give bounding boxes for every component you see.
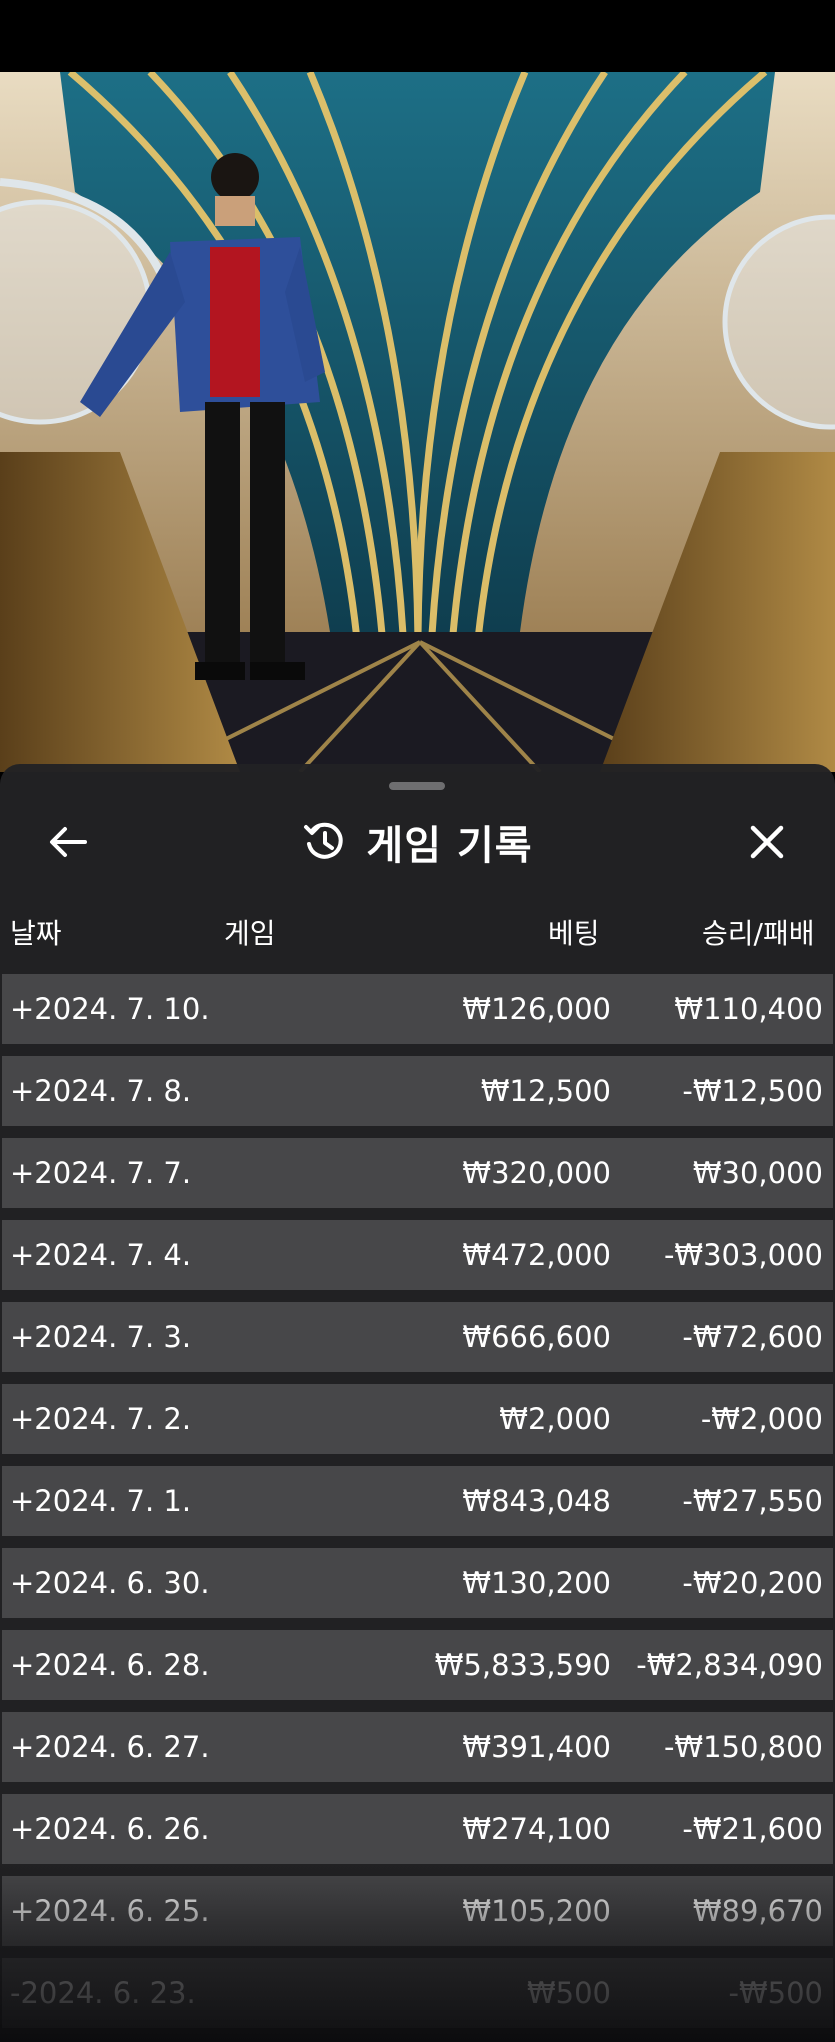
row-date: +2024. 7. 10. <box>10 992 210 1026</box>
row-date: +2024. 6. 26. <box>10 1812 210 1846</box>
table-row[interactable]: +2024. 7. 7. ₩320,000 ₩30,000 <box>2 1138 833 1208</box>
table-row[interactable]: +2024. 6. 27. ₩391,400 -₩150,800 <box>2 1712 833 1782</box>
row-date: +2024. 7. 4. <box>10 1238 192 1272</box>
row-result: -₩72,600 <box>682 1320 823 1354</box>
row-bet: ₩5,833,590 <box>434 1648 611 1682</box>
row-result: -₩150,800 <box>663 1730 823 1764</box>
row-date: +2024. 7. 3. <box>10 1320 192 1354</box>
row-date: +2024. 6. 28. <box>10 1648 210 1682</box>
row-bet: ₩391,400 <box>462 1730 611 1764</box>
table-row[interactable]: +2024. 7. 1. ₩843,048 -₩27,550 <box>2 1466 833 1536</box>
row-bet: ₩274,100 <box>462 1812 611 1846</box>
row-result: ₩110,400 <box>674 992 823 1026</box>
row-result: -₩2,000 <box>700 1402 823 1436</box>
row-result: ₩30,000 <box>692 1156 823 1190</box>
close-button[interactable] <box>739 814 795 870</box>
row-date: -2024. 6. 23. <box>10 1976 196 2010</box>
row-date: +2024. 6. 30. <box>10 1566 210 1600</box>
table-row[interactable]: +2024. 6. 26. ₩274,100 -₩21,600 <box>2 1794 833 1864</box>
row-date: +2024. 7. 8. <box>10 1074 192 1108</box>
row-result: -₩27,550 <box>682 1484 823 1518</box>
row-bet: ₩12,500 <box>480 1074 611 1108</box>
row-bet: ₩130,200 <box>462 1566 611 1600</box>
sheet-drag-handle[interactable] <box>389 782 445 790</box>
page-title: 게임 기록 <box>366 823 533 869</box>
column-header-game: 게임 <box>224 917 276 950</box>
row-bet: ₩843,048 <box>462 1484 611 1518</box>
row-result: -₩500 <box>728 1976 824 2010</box>
table-row[interactable]: +2024. 7. 4. ₩472,000 -₩303,000 <box>2 1220 833 1290</box>
row-date: +2024. 6. 25. <box>10 1894 210 1928</box>
row-bet: ₩472,000 <box>462 1238 611 1272</box>
row-bet: ₩126,000 <box>462 992 611 1026</box>
column-header-result: 승리/패배 <box>702 917 815 950</box>
table-row[interactable]: -2024. 6. 23. ₩500 -₩500 <box>2 1958 833 2028</box>
history-clock-icon <box>304 822 344 859</box>
row-result: -₩21,600 <box>682 1812 823 1846</box>
live-video-stream <box>0 72 835 772</box>
row-result: -₩12,500 <box>682 1074 823 1108</box>
row-result: -₩20,200 <box>682 1566 823 1600</box>
row-bet: ₩105,200 <box>462 1894 611 1928</box>
row-bet: ₩2,000 <box>499 1402 611 1436</box>
close-icon <box>750 825 784 859</box>
game-history-sheet: 게임 기록 날짜 게임 베팅 승리/패배 +2024. 7. 10. ₩126,0… <box>0 764 835 2042</box>
table-row[interactable]: +2024. 6. 30. ₩130,200 -₩20,200 <box>2 1548 833 1618</box>
row-date: +2024. 7. 7. <box>10 1156 192 1190</box>
row-result: -₩2,834,090 <box>636 1648 823 1682</box>
table-row[interactable]: +2024. 7. 3. ₩666,600 -₩72,600 <box>2 1302 833 1372</box>
table-row[interactable]: +2024. 7. 10. ₩126,000 ₩110,400 <box>2 974 833 1044</box>
row-result: -₩303,000 <box>663 1238 823 1272</box>
status-bar <box>0 0 835 72</box>
table-row[interactable]: +2024. 7. 2. ₩2,000 -₩2,000 <box>2 1384 833 1454</box>
column-header-bet: 베팅 <box>548 917 600 950</box>
live-video-scene <box>0 72 835 772</box>
table-row[interactable]: +2024. 7. 8. ₩12,500 -₩12,500 <box>2 1056 833 1126</box>
table-row[interactable]: +2024. 6. 28. ₩5,833,590 -₩2,834,090 <box>2 1630 833 1700</box>
row-bet: ₩320,000 <box>462 1156 611 1190</box>
row-bet: ₩500 <box>526 1976 611 2010</box>
row-date: +2024. 6. 27. <box>10 1730 210 1764</box>
history-list: +2024. 7. 10. ₩126,000 ₩110,400 +2024. 7. … <box>2 974 833 2040</box>
row-date: +2024. 7. 2. <box>10 1402 192 1436</box>
row-result: ₩89,670 <box>692 1894 823 1928</box>
sheet-header: 게임 기록 <box>0 812 835 872</box>
column-header-date: 날짜 <box>10 917 62 950</box>
table-row[interactable]: +2024. 6. 25. ₩105,200 ₩89,670 <box>2 1876 833 1946</box>
row-date: +2024. 7. 1. <box>10 1484 192 1518</box>
row-bet: ₩666,600 <box>462 1320 611 1354</box>
